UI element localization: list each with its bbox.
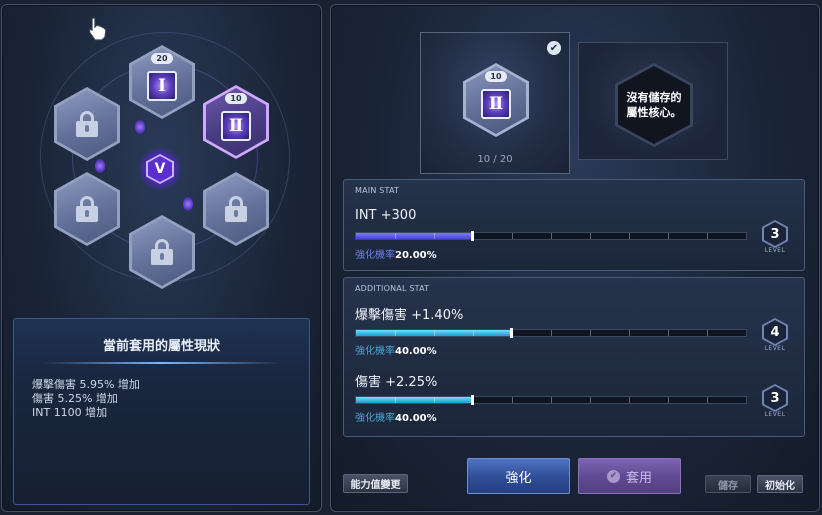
lock-icon [76, 111, 98, 137]
progress-segment-divider [668, 233, 669, 239]
progress-segment-divider [629, 330, 630, 336]
progress-marker [471, 231, 474, 241]
stat-change-button[interactable]: 能力值變更 [343, 474, 408, 493]
progress-segment-divider [590, 233, 591, 239]
reset-button[interactable]: 初始化 [757, 475, 803, 493]
rate-value: 20.00% [395, 250, 437, 261]
progress-segment-divider [434, 233, 435, 239]
saved-core-card: 沒有儲存的 屬性核心。 [578, 42, 728, 160]
progress-segment-divider [512, 233, 513, 239]
level-number: 3 [764, 222, 786, 246]
applied-status-line: 爆擊傷害 5.95% 增加 [32, 378, 140, 391]
progress-marker [471, 395, 474, 405]
core-gemini-icon: Ⅱ [221, 111, 251, 141]
applied-status-list: 爆擊傷害 5.95% 增加 傷害 5.25% 增加 INT 1100 增加 [32, 378, 309, 420]
decorative-dot [183, 197, 193, 211]
level-caption: LEVEL [764, 247, 786, 254]
progress-segment-divider [395, 233, 396, 239]
progress-segment-divider [434, 397, 435, 403]
progress-segment-divider [707, 233, 708, 239]
progress-segment-divider [707, 330, 708, 336]
main-stat-rate: 強化機率20.00% [355, 246, 437, 261]
additional-stat-header: ADDITIONAL STAT [355, 284, 430, 293]
main-stat-level: 3 LEVEL [758, 220, 792, 258]
core-gemini-icon: Ⅱ [481, 89, 511, 119]
lock-icon [151, 239, 173, 265]
selected-core-hex: 10 Ⅱ [463, 63, 529, 137]
progress-segment-divider [590, 330, 591, 336]
core-growth-progress: 10 / 20 [477, 154, 513, 165]
main-stat-label: INT +300 [355, 208, 417, 223]
empty-slot-text: 沒有儲存的 [626, 91, 682, 104]
rate-label: 強化機率 [355, 346, 395, 357]
empty-core-slot: 沒有儲存的 屬性核心。 [615, 63, 693, 147]
rate-label: 強化機率 [355, 413, 395, 424]
progress-segment-divider [512, 397, 513, 403]
applied-status-title: 當前套用的屬性現狀 [102, 339, 220, 354]
progress-fill [356, 397, 473, 403]
progress-segment-divider [629, 233, 630, 239]
level-caption: LEVEL [764, 345, 786, 352]
additional-stat-box: ADDITIONAL STAT 爆擊傷害 +1.40% 強化機率40.00% 4… [343, 277, 805, 437]
progress-segment-divider [434, 330, 435, 336]
additional-stat-label: 傷害 +2.25% [355, 375, 438, 390]
additional-stat-rate: 強化機率40.00% [355, 409, 437, 424]
additional-stat-rate: 強化機率40.00% [355, 342, 437, 357]
progress-segment-divider [707, 397, 708, 403]
apply-button[interactable]: ✔ 套用 [578, 458, 681, 494]
progress-segment-divider [395, 330, 396, 336]
main-stat-header: MAIN STAT [355, 186, 400, 195]
progress-segment-divider [395, 397, 396, 403]
core-gemini-icon: Ⅰ [147, 71, 177, 101]
title-divider [41, 362, 282, 364]
progress-segment-divider [551, 397, 552, 403]
progress-fill [356, 233, 473, 239]
level-caption: LEVEL [764, 411, 786, 418]
selected-core-card[interactable]: ✔ 10 Ⅱ 10 / 20 [420, 32, 570, 174]
lock-icon [76, 196, 98, 222]
enhance-button[interactable]: 強化 [467, 458, 570, 494]
additional-stat-progress-bar [355, 395, 747, 405]
apply-button-label: 套用 [625, 470, 652, 486]
main-stat-progress-bar [355, 231, 747, 241]
additional-stat-level: 4 LEVEL [758, 318, 792, 356]
progress-marker [510, 328, 513, 338]
applied-status-line: INT 1100 增加 [32, 406, 108, 419]
lock-icon [225, 196, 247, 222]
additional-stat-label: 爆擊傷害 +1.40% [355, 308, 464, 323]
core-level-badge: 20 [151, 53, 173, 64]
core-level-badge: 10 [485, 71, 507, 82]
decorative-dot [135, 120, 145, 134]
progress-segment-divider [629, 397, 630, 403]
level-number: 3 [764, 386, 786, 410]
rate-label: 強化機率 [355, 250, 395, 261]
v-emblem-icon: V [148, 156, 172, 182]
empty-slot-text: 屬性核心。 [626, 106, 682, 119]
level-number: 4 [764, 320, 786, 344]
core-slot-panel: 20 Ⅰ 10 Ⅱ V 當前套用的屬性現狀 爆擊傷害 5.95% 增加 傷害 5… [1, 4, 322, 512]
progress-segment-divider [590, 397, 591, 403]
rate-value: 40.00% [395, 413, 437, 424]
hand-cursor-icon [88, 17, 107, 41]
progress-segment-divider [473, 330, 474, 336]
additional-stat-progress-bar [355, 328, 747, 338]
additional-stat-level: 3 LEVEL [758, 384, 792, 422]
progress-segment-divider [668, 397, 669, 403]
center-core-emblem: V [138, 147, 182, 191]
rate-value: 40.00% [395, 346, 437, 357]
check-icon: ✔ [606, 469, 620, 483]
core-level-badge: 10 [225, 93, 247, 104]
applied-status-box: 當前套用的屬性現狀 爆擊傷害 5.95% 增加 傷害 5.25% 增加 INT … [13, 318, 310, 505]
progress-segment-divider [551, 233, 552, 239]
core-hex-grid: 20 Ⅰ 10 Ⅱ V [20, 17, 310, 297]
applied-status-line: 傷害 5.25% 增加 [32, 392, 118, 405]
main-stat-box: MAIN STAT INT +300 強化機率20.00% 3 LEVEL [343, 179, 805, 271]
save-button[interactable]: 儲存 [705, 475, 751, 493]
check-icon: ✔ [547, 41, 561, 55]
progress-segment-divider [551, 330, 552, 336]
progress-segment-divider [668, 330, 669, 336]
decorative-dot [95, 159, 105, 173]
